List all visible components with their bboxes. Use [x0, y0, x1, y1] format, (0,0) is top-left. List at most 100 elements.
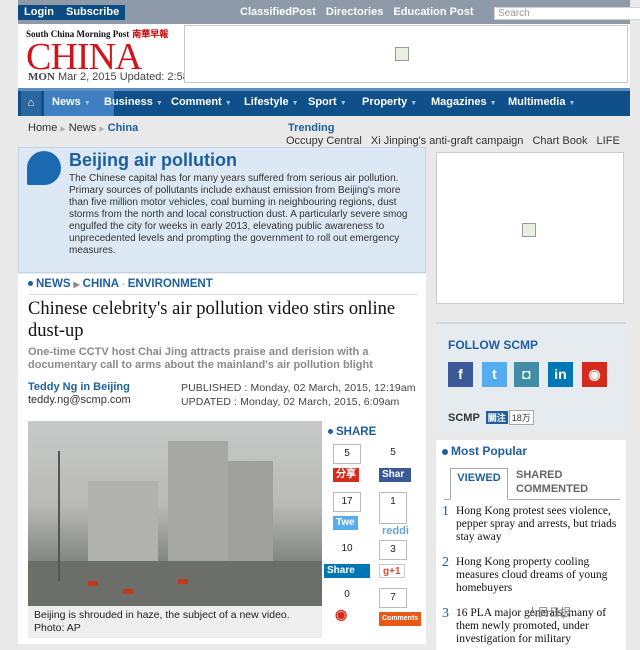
weibo2-share-count: 0 [333, 586, 361, 606]
main-nav: ⌂ News ▼ Business ▼ Comment ▼ Lifestyle ▼ Sp… [18, 88, 630, 116]
instagram-icon[interactable]: ◘ [514, 362, 539, 387]
home-icon[interactable]: ⌂ [21, 91, 41, 116]
directories-link[interactable]: Directories [326, 6, 383, 18]
breadcrumb-separator: ▶ [60, 126, 66, 133]
tag-separator: · [122, 280, 125, 289]
subscribe-button[interactable]: Subscribe [60, 5, 126, 20]
date: Mar 2, 2015 [57, 71, 117, 83]
article-photo[interactable] [28, 421, 322, 606]
photo-car [123, 589, 133, 594]
masthead: South China Morning Post 南華早報 CHINA MON M… [18, 24, 630, 90]
comments-button[interactable]: Comments [379, 612, 422, 626]
divider [28, 294, 418, 295]
breadcrumb-separator: ▶ [99, 126, 105, 133]
tag-separator: ▶ [73, 280, 80, 289]
search-input[interactable]: Search [494, 7, 640, 20]
topic-bubble-icon [27, 151, 61, 185]
facebook-share-button[interactable]: Shar [379, 468, 411, 482]
facebook-icon[interactable]: f [448, 362, 473, 387]
top-links: ClassifiedPost Directories Education Pos… [240, 6, 480, 18]
reddit-share-count: 1 [379, 492, 407, 524]
topic-box: Beijing air pollution The Chinese capita… [18, 147, 426, 273]
nav-item-comment[interactable]: Comment ▼ [171, 96, 232, 108]
popular-tabs: VIEWED SHARED COMMENTED [444, 464, 620, 500]
gplus-share-button[interactable]: g+1 [379, 564, 405, 578]
nav-item-magazines[interactable]: Magazines ▼ [431, 96, 497, 108]
weibo-share-count: 5 [333, 444, 361, 464]
trending-chart-book[interactable]: Chart Book [532, 135, 587, 147]
dateline: MON Mar 2, 2015 Updated: 2:58pm [28, 71, 204, 83]
nav-item-business[interactable]: Business ▼ [104, 96, 163, 108]
side-ad[interactable] [436, 152, 624, 304]
trending-life[interactable]: LIFE [597, 135, 620, 147]
updated-date: UPDATED : Monday, 02 March, 2015, 6:09am [181, 396, 400, 408]
popular-rank: 3 [442, 606, 449, 621]
education-post-link[interactable]: Education Post [393, 6, 473, 18]
breadcrumb-news[interactable]: News [69, 122, 97, 134]
linkedin-share-count: 10 [333, 540, 361, 560]
nav-item-sport[interactable]: Sport ▼ [308, 96, 347, 108]
published-date: PUBLISHED : Monday, 02 March, 2015, 12:1… [181, 382, 416, 394]
bullet-icon [28, 281, 33, 287]
weibo-icon[interactable]: ◉ [335, 606, 355, 622]
tag-news[interactable]: NEWS [36, 278, 71, 290]
login-button[interactable]: Login [18, 5, 60, 20]
broken-image-icon [522, 223, 536, 237]
gplus-share-count: 3 [379, 540, 407, 560]
popular-rank: 2 [442, 555, 449, 570]
twitter-share-count: 17 [333, 492, 361, 512]
trending-occupy-central[interactable]: Occupy Central [286, 135, 362, 147]
breadcrumb-home[interactable]: Home [28, 122, 57, 134]
nav-item-lifestyle[interactable]: Lifestyle ▼ [244, 96, 299, 108]
reddit-share-button[interactable]: reddi [379, 524, 412, 538]
author-link[interactable]: Teddy Ng in Beijing [28, 381, 130, 393]
chevron-down-icon: ▼ [291, 100, 299, 107]
follow-box: FOLLOW SCMP f t ◘ in ◉ SCMP 關注 18万 [436, 322, 626, 432]
weibo-share-button[interactable]: 分享 [333, 468, 359, 482]
chevron-down-icon: ▼ [224, 100, 232, 107]
trending-label: Trending [288, 122, 335, 134]
chevron-down-icon: ▼ [83, 100, 91, 107]
facebook-share-count: 5 [379, 444, 407, 464]
trending-xi-jinping[interactable]: Xi Jinping's anti-graft campaign [371, 135, 524, 147]
weibo-follow-button[interactable]: 關注 [485, 411, 508, 424]
nav-item-news[interactable]: News ▼ [52, 96, 91, 108]
topic-description: The Chinese capital has for many years s… [69, 173, 408, 256]
banner-ad[interactable] [184, 25, 628, 83]
nav-item-property[interactable]: Property ▼ [362, 96, 417, 108]
tag-china[interactable]: CHINA [83, 278, 119, 290]
most-popular-title: Most Popular [442, 444, 527, 458]
top-bar: Login Subscribe ClassifiedPost Directori… [18, 0, 640, 24]
photo-caption: Beijing is shrouded in haze, the subject… [28, 606, 322, 638]
weibo-follow-count: 18万 [508, 410, 534, 425]
follow-title: FOLLOW SCMP [448, 338, 538, 352]
classifiedpost-link[interactable]: ClassifiedPost [240, 6, 316, 18]
weibo-icon[interactable]: ◉ [582, 362, 607, 387]
topic-title[interactable]: Beijing air pollution [69, 150, 237, 171]
publish-dates: PUBLISHED : Monday, 02 March, 2015, 12:1… [181, 381, 416, 409]
author-email[interactable]: teddy.ng@scmp.com [28, 394, 131, 406]
tab-viewed[interactable]: VIEWED [450, 468, 508, 500]
tag-environment[interactable]: ENVIRONMENT [128, 278, 213, 290]
popular-title[interactable]: Hong Kong property cooling measures clou… [456, 556, 624, 595]
standfirst: One-time CCTV host Chai Jing attracts pr… [28, 346, 373, 371]
linkedin-share-button[interactable]: Share [324, 564, 370, 578]
tab-shared-commented[interactable]: SHARED COMMENTED [516, 468, 596, 496]
twitter-icon[interactable]: t [482, 362, 507, 387]
popular-title[interactable]: Hong Kong protest sees violence, pepper … [456, 505, 624, 544]
photo-road [28, 561, 322, 606]
chevron-down-icon: ▼ [339, 100, 347, 107]
photo-lamp [58, 451, 60, 581]
nav-item-multimedia[interactable]: Multimedia ▼ [508, 96, 575, 108]
linkedin-icon[interactable]: in [548, 362, 573, 387]
watermark: 人民日报 [527, 607, 571, 619]
headline: Chinese celebrity's air pollution video … [28, 299, 396, 341]
photo-car [88, 581, 98, 586]
share-title: SHARE [328, 426, 376, 438]
scmp-label: SCMP [448, 412, 480, 424]
photo-building [168, 441, 228, 571]
chevron-down-icon: ▼ [155, 100, 163, 107]
breadcrumb-china[interactable]: China [108, 122, 139, 134]
broken-image-icon [395, 47, 409, 61]
twitter-share-button[interactable]: Twe [333, 516, 358, 530]
